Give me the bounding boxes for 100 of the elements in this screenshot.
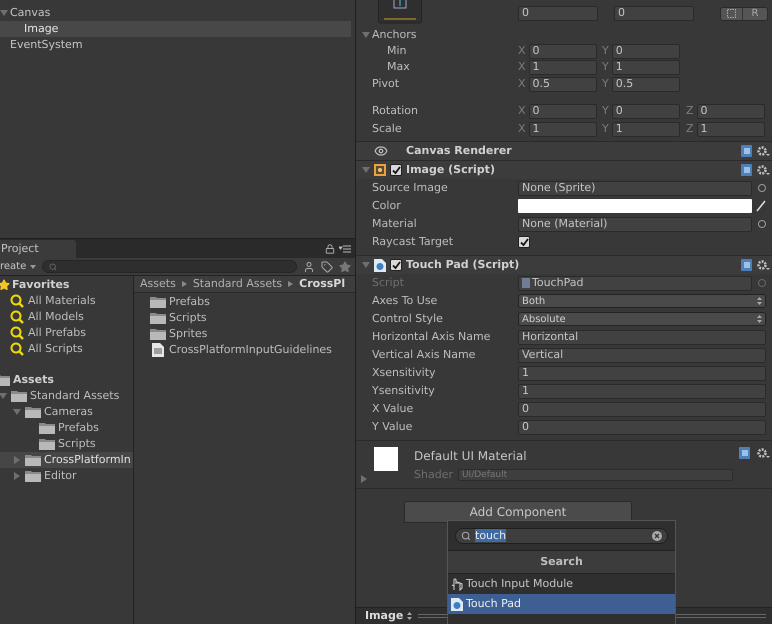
asset-item[interactable]: Scripts [169, 310, 207, 326]
help-icon[interactable] [741, 164, 752, 176]
expanded-arrow-icon[interactable] [362, 31, 370, 39]
favorites-heading[interactable]: Favorites [12, 276, 70, 294]
component-header[interactable]: Canvas Renderer [356, 142, 772, 160]
clear-icon[interactable] [652, 530, 662, 540]
number-field[interactable]: 1 [612, 60, 680, 74]
folder-tree-item[interactable]: Standard Assets [0, 388, 133, 404]
number-field[interactable]: 1 [696, 122, 765, 136]
number-field[interactable]: 0 [614, 6, 694, 21]
object-field[interactable]: None (Material) [518, 216, 752, 232]
checkbox[interactable] [518, 236, 530, 248]
folder-tree-item[interactable]: CrossPlatformIn [0, 452, 133, 468]
star-icon [0, 279, 10, 291]
breadcrumb-item[interactable]: Assets [140, 276, 176, 292]
number-field[interactable]: 1 [528, 60, 597, 74]
anchor-preset-drawing[interactable] [378, 0, 422, 24]
text-field[interactable]: 0 [518, 420, 766, 434]
component-list-item[interactable]: Touch Pad [448, 594, 675, 614]
number-field[interactable]: 0.5 [612, 77, 680, 92]
expanded-arrow-icon[interactable] [362, 166, 370, 174]
favorite-item[interactable]: All Scripts [28, 340, 83, 358]
number-field[interactable]: 0 [696, 104, 765, 118]
number-field[interactable]: 0.5 [528, 77, 597, 92]
text-field[interactable]: Horizontal [518, 330, 766, 344]
property-label: Scale [371, 120, 403, 137]
lock-icon[interactable] [325, 244, 335, 254]
breadcrumb-item[interactable]: CrossPl [299, 276, 346, 292]
hierarchy-item[interactable]: EventSystem [0, 37, 351, 53]
property-label: Axes To Use [372, 292, 438, 309]
favorite-item[interactable]: All Prefabs [28, 324, 86, 342]
component-header[interactable]: Touch Pad (Script) [356, 256, 772, 274]
object-picker-icon[interactable] [758, 184, 766, 192]
object-field[interactable]: None (Sprite) [518, 180, 752, 196]
axis-label: X [518, 76, 526, 92]
image-component-icon [374, 164, 386, 176]
expanded-arrow-icon[interactable] [0, 9, 8, 17]
folder-tree-item[interactable]: Cameras [0, 404, 133, 420]
asset-item[interactable]: CrossPlatformInputGuidelines [169, 342, 332, 358]
assets-heading[interactable]: Assets [13, 372, 54, 388]
gear-icon[interactable] [756, 145, 770, 157]
help-icon[interactable] [739, 447, 750, 459]
eyedropper-icon[interactable] [756, 200, 766, 212]
number-field[interactable]: 0 [528, 104, 597, 118]
tag-icon[interactable] [321, 260, 333, 272]
collapsed-arrow-icon[interactable] [360, 475, 368, 483]
menu-icon[interactable] [339, 245, 351, 253]
star-icon[interactable] [339, 260, 351, 272]
expanded-arrow-icon[interactable] [362, 261, 370, 269]
hierarchy-item[interactable]: Canvas [0, 5, 351, 21]
asset-item[interactable]: Prefabs [169, 294, 210, 310]
checkbox[interactable] [390, 164, 402, 176]
gear-icon[interactable] [756, 164, 770, 176]
help-icon[interactable] [741, 259, 752, 271]
number-field[interactable]: 0 [612, 44, 680, 58]
axis-label: X [518, 120, 526, 137]
eye-icon[interactable] [374, 144, 388, 158]
gear-icon[interactable] [756, 447, 770, 459]
project-tab[interactable]: Project [0, 240, 76, 258]
folder-label: Prefabs [58, 420, 99, 436]
number-field[interactable]: 0 [528, 44, 597, 58]
component-list-item[interactable]: Touch Input Module [448, 574, 675, 594]
checkbox[interactable] [390, 259, 402, 271]
create-menu[interactable]: reate [0, 259, 36, 274]
property-label: Ysensitivity [372, 382, 436, 399]
dropdown[interactable]: Absolute [518, 312, 766, 326]
number-field[interactable]: 1 [612, 122, 680, 136]
foldout-label[interactable]: Anchors [372, 26, 416, 44]
asset-item[interactable]: Sprites [169, 326, 208, 342]
favorite-item[interactable]: All Models [28, 308, 84, 326]
text-field[interactable]: 0 [518, 402, 766, 416]
breadcrumb-item[interactable]: Standard Assets [192, 276, 282, 292]
dropdown[interactable]: Both [518, 294, 766, 308]
text-field[interactable]: Vertical [518, 348, 766, 362]
person-icon[interactable] [303, 260, 315, 272]
text-field[interactable]: 1 [518, 384, 766, 398]
hierarchy-item[interactable]: Image [0, 21, 351, 37]
number-field[interactable]: 0 [612, 104, 680, 118]
number-field[interactable]: 1 [528, 122, 597, 136]
folder-tree-item[interactable]: Prefabs [0, 420, 133, 436]
updown-arrow-icon[interactable] [407, 612, 412, 620]
color-field[interactable] [518, 199, 752, 213]
number-field[interactable]: 0 [518, 6, 598, 21]
search-field[interactable] [42, 260, 297, 273]
folder-tree-item[interactable]: Scripts [0, 436, 133, 452]
component-header[interactable]: Image (Script) [356, 161, 772, 179]
object-picker-icon[interactable] [758, 220, 766, 228]
hand-icon [451, 577, 463, 591]
expanded-arrow-icon[interactable] [0, 392, 7, 400]
help-icon[interactable] [741, 145, 752, 157]
folder-label: CrossPlatformIn [44, 452, 131, 468]
text-field[interactable]: 1 [518, 366, 766, 380]
gear-icon[interactable] [756, 259, 770, 271]
collapsed-arrow-icon[interactable] [13, 472, 21, 480]
property-label: Rotation [371, 102, 420, 119]
search-field[interactable]: touch [455, 528, 668, 544]
favorite-item[interactable]: All Materials [28, 292, 96, 310]
expanded-arrow-icon[interactable] [13, 408, 21, 416]
folder-tree-item[interactable]: Editor [0, 468, 133, 484]
preview-title[interactable]: Image [365, 608, 404, 624]
